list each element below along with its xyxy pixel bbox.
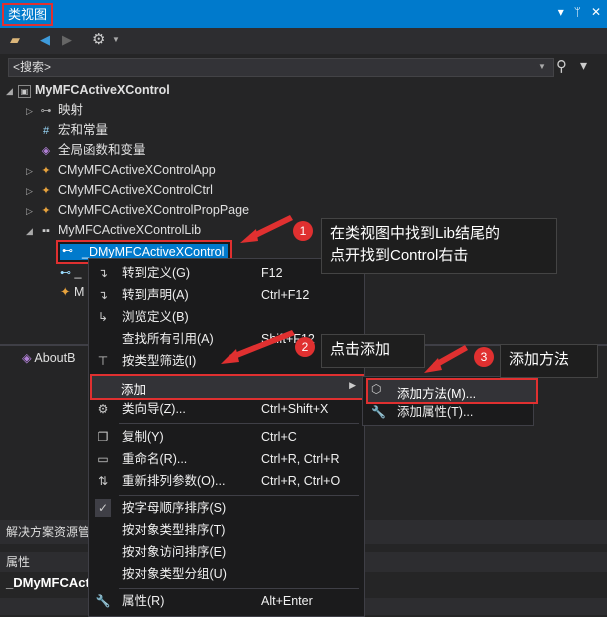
annotation-arrows bbox=[221, 215, 468, 373]
callout-1-line1: 在类视图中找到Lib结尾的 bbox=[330, 225, 501, 242]
arrow-2 bbox=[229, 330, 295, 360]
arrow-2-head bbox=[221, 349, 239, 364]
callout-3: 添加方法 bbox=[500, 344, 598, 378]
step-badge-2: 2 bbox=[295, 337, 315, 357]
callout-2: 点击添加 bbox=[321, 334, 425, 368]
step-badge-3: 3 bbox=[474, 347, 494, 367]
step-badge-1: 1 bbox=[293, 221, 313, 241]
arrow-1-head bbox=[240, 229, 258, 243]
callout-1: 在类视图中找到Lib结尾的 点开找到Control右击 bbox=[321, 218, 557, 274]
callout-1-line2: 点开找到Control右击 bbox=[330, 247, 469, 264]
